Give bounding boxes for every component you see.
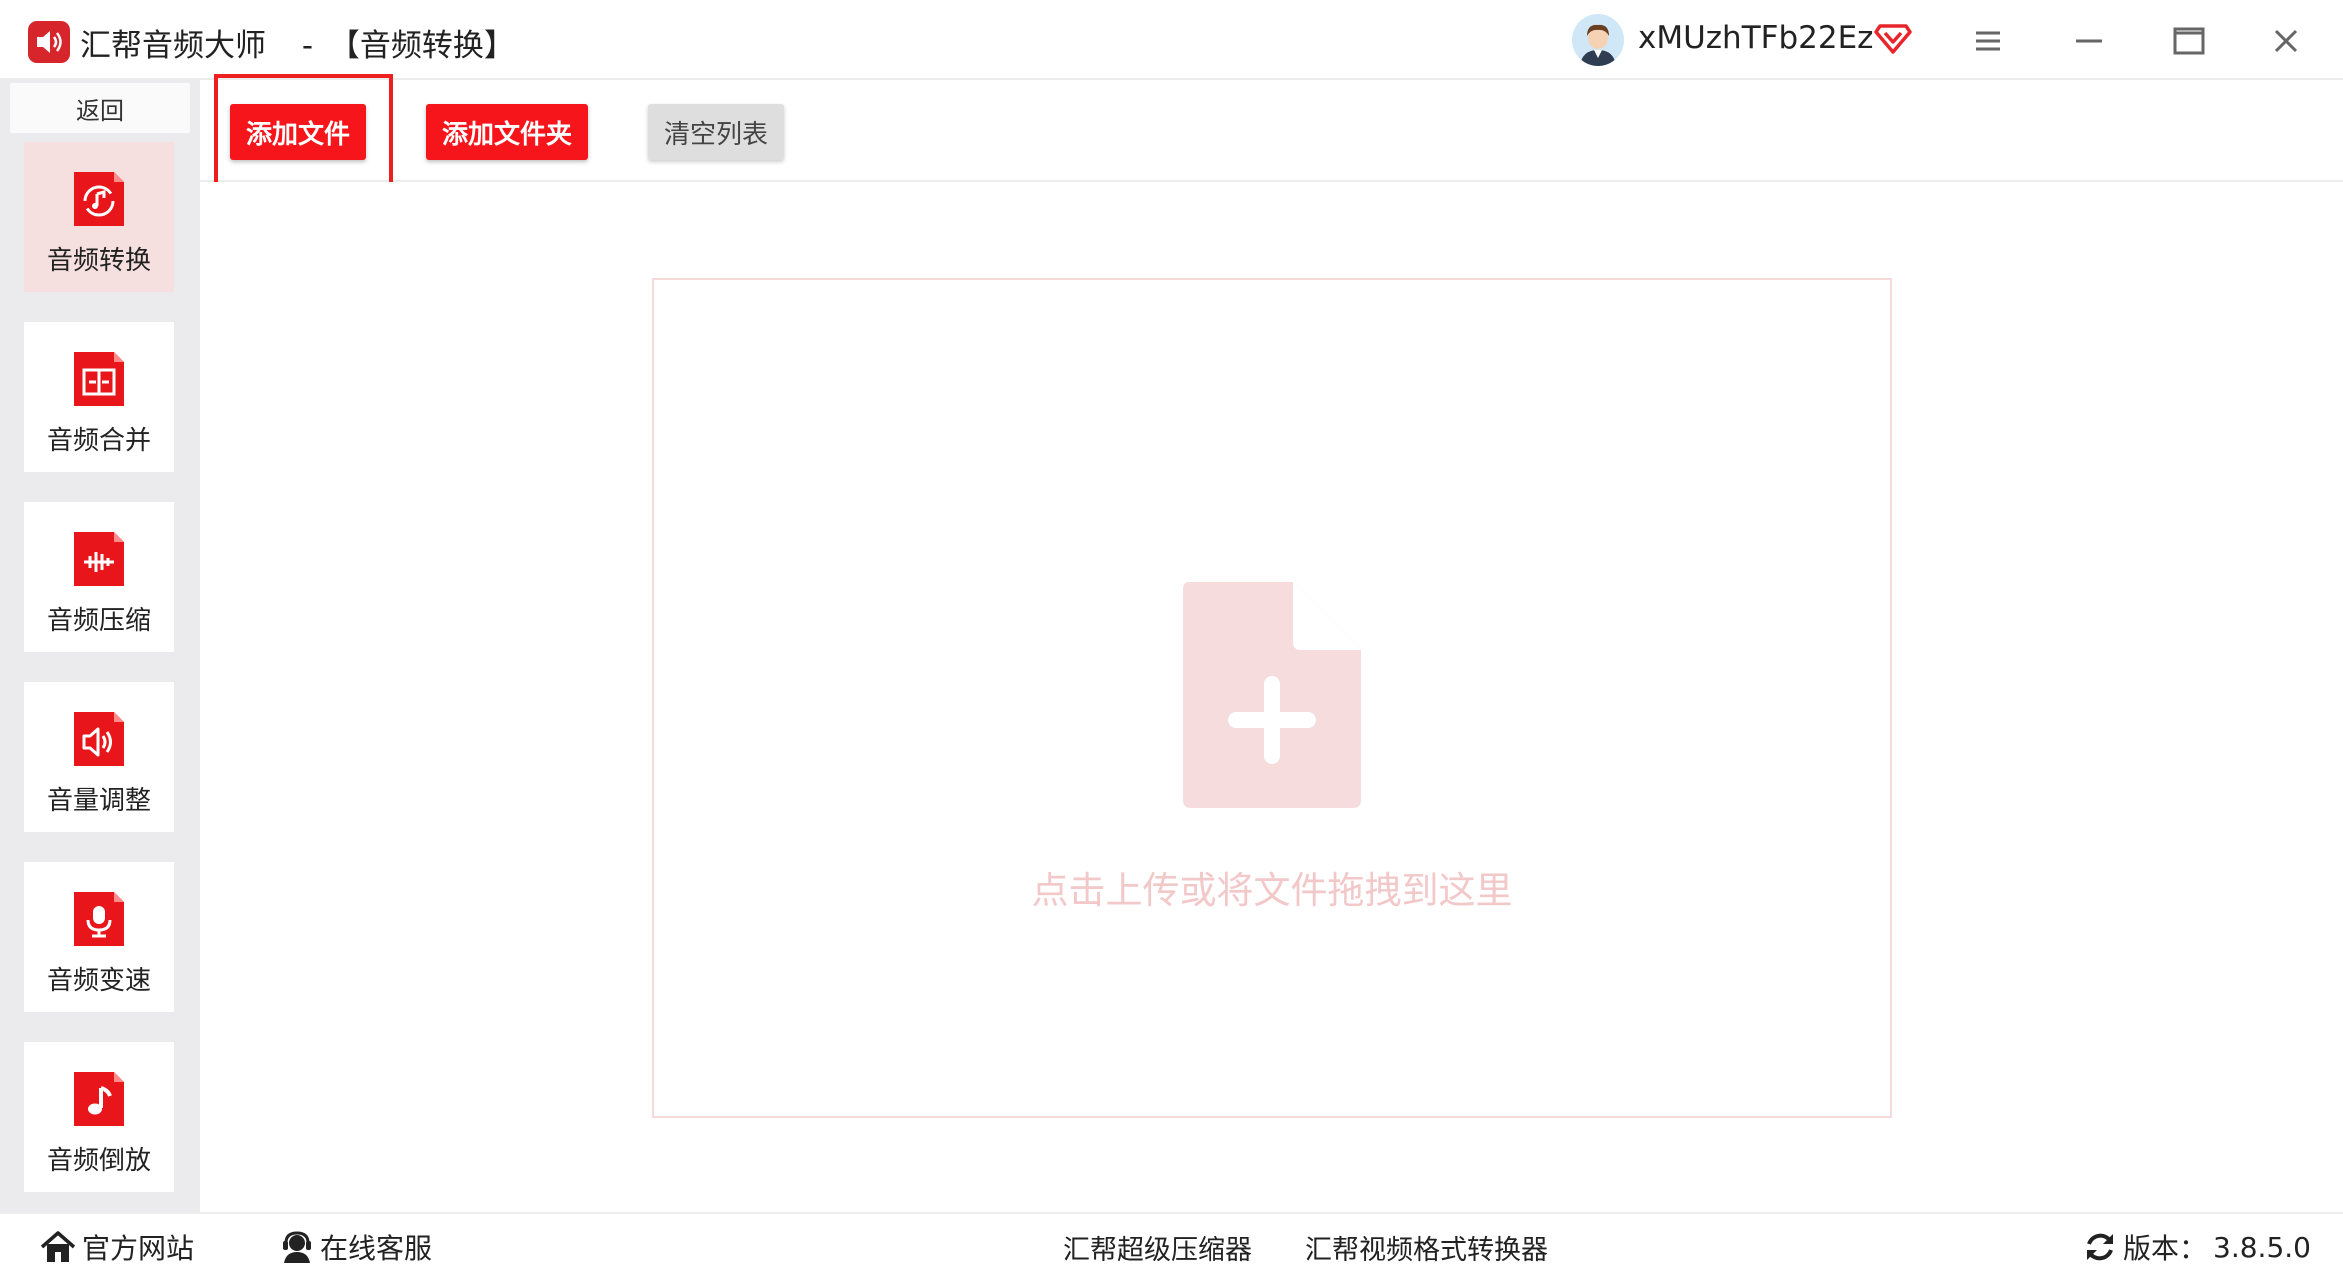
section-name: 【音频转换】 [328,28,515,64]
support-link[interactable]: 在线客服 [280,1226,432,1268]
add-file-icon [1183,582,1361,808]
version-info[interactable]: 版本： 3.8.5.0 [2083,1226,2311,1268]
drop-hint-text: 点击上传或将文件拖拽到这里 [1031,869,1513,912]
audio-speed-icon [74,892,124,946]
nav-label: 音频合并 [46,426,151,456]
title-bar: 汇帮音频大师 - 【音频转换】 xMUzhTFb22Ez [0,0,2343,80]
back-button[interactable]: 返回 [10,83,190,133]
maximize-icon[interactable] [2166,18,2212,64]
audio-compress-icon [74,532,124,586]
nav-label: 音频倒放 [46,1146,151,1176]
app-name: 汇帮音频大师 [80,28,266,64]
vip-diamond-icon[interactable] [1874,18,1912,56]
refresh-icon [2087,1233,2113,1261]
username[interactable]: xMUzhTFb22Ez [1638,20,1873,56]
close-icon[interactable] [2263,18,2309,64]
audio-reverse-icon [74,1072,124,1126]
app-logo-icon [28,21,70,63]
sidebar: 返回 音频转换 音频合并 音频压缩 音量调整 音频变速 音频倒放 [0,80,200,1212]
website-label: 官方网站 [82,1232,195,1265]
sidebar-item-audio-merge[interactable]: 音频合并 [24,322,174,472]
menu-icon[interactable] [1965,18,2011,64]
home-icon [40,1231,76,1262]
footer: 官方网站 在线客服 汇帮超级压缩器 汇帮视频格式转换器 版本： 3.8.5.0 [0,1212,2343,1279]
video-converter-link[interactable]: 汇帮视频格式转换器 [1305,1226,1548,1268]
window-title: 汇帮音频大师 - 【音频转换】 [80,20,515,65]
volume-adjust-icon [74,712,124,766]
minimize-icon[interactable] [2066,18,2112,64]
audio-convert-icon [74,172,124,226]
file-drop-zone[interactable]: 点击上传或将文件拖拽到这里 [652,278,1892,1118]
sidebar-item-audio-compress[interactable]: 音频压缩 [24,502,174,652]
version-label: 版本： [2123,1232,2208,1265]
add-folder-button[interactable]: 添加文件夹 [426,104,588,160]
support-label: 在线客服 [320,1232,433,1265]
clear-list-button[interactable]: 清空列表 [648,104,784,160]
version-value: 3.8.5.0 [2213,1230,2311,1264]
website-link[interactable]: 官方网站 [40,1226,194,1268]
sidebar-item-audio-speed[interactable]: 音频变速 [24,862,174,1012]
title-separator: - [301,28,314,64]
nav-label: 音频转换 [46,246,151,276]
customer-service-icon [283,1231,311,1263]
app-window: 汇帮音频大师 - 【音频转换】 xMUzhTFb22Ez 返回 音频转换 音频合… [0,0,2343,1279]
compressor-link[interactable]: 汇帮超级压缩器 [1063,1226,1252,1268]
nav-label: 音量调整 [46,786,151,816]
nav-label: 音频变速 [46,966,151,996]
main-content: 点击上传或将文件拖拽到这里 [200,182,2343,1212]
sidebar-item-volume-adjust[interactable]: 音量调整 [24,682,174,832]
audio-merge-icon [74,352,124,406]
sidebar-item-audio-convert[interactable]: 音频转换 [24,142,174,292]
user-avatar[interactable] [1572,14,1624,66]
sidebar-item-audio-reverse[interactable]: 音频倒放 [24,1042,174,1192]
nav-label: 音频压缩 [46,606,151,636]
